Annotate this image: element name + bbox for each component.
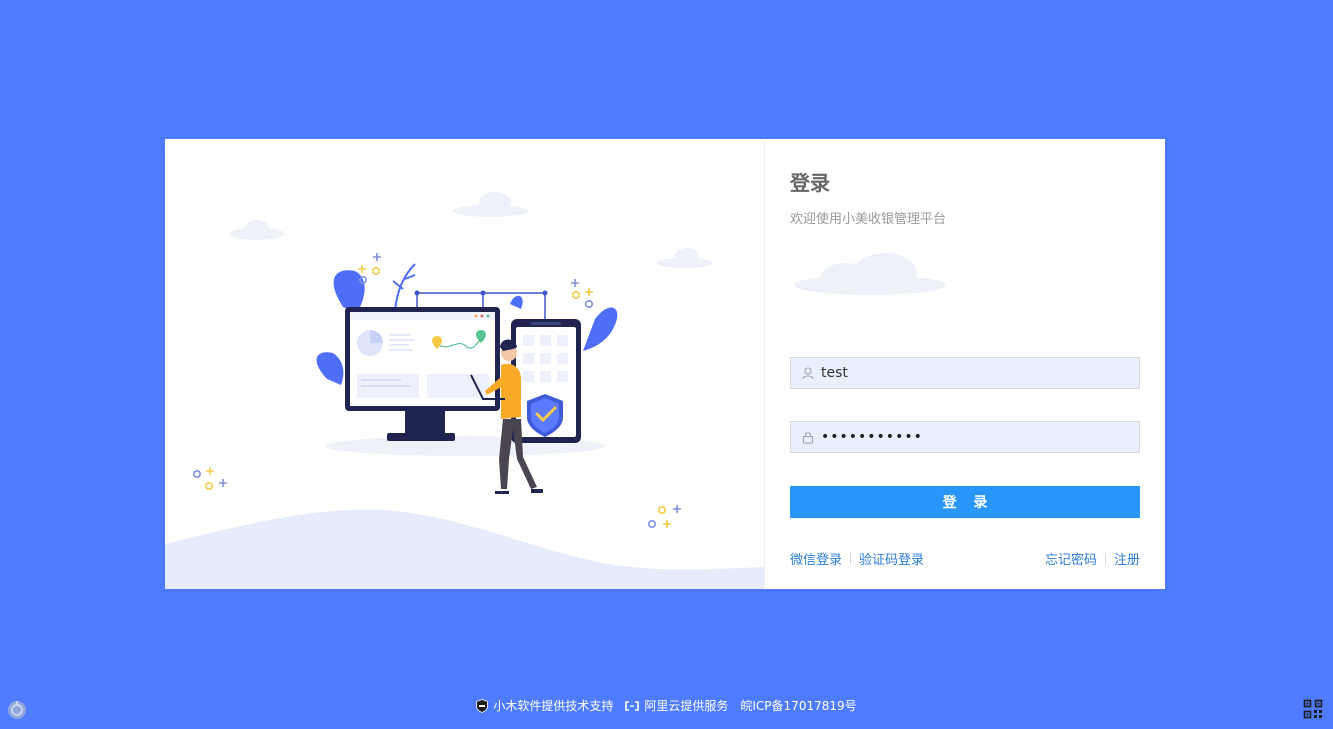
sms-code-login-link[interactable]: 验证码登录 — [859, 549, 924, 568]
tech-support-item[interactable]: 小木软件提供技术支持 — [476, 697, 613, 714]
shield-badge-icon — [476, 698, 489, 713]
password-input[interactable]: ••••••••••• — [821, 429, 923, 445]
login-illustration — [165, 192, 764, 589]
wechat-login-link[interactable]: 微信登录 — [790, 549, 842, 568]
forgot-password-link[interactable]: 忘记密码 — [1045, 549, 1097, 568]
password-field[interactable]: ••••••••••• — [790, 421, 1140, 453]
link-divider — [850, 552, 852, 565]
cloud-service-text: 阿里云提供服务 — [644, 699, 729, 713]
username-input[interactable] — [821, 359, 1121, 387]
cloud-service-item[interactable]: 阿里云提供服务 — [625, 697, 728, 714]
illustration-panel — [165, 139, 765, 589]
login-form-panel: 登录 欢迎使用小美收银管理平台 test ••••••••••• 登 录 微信登… — [766, 139, 1165, 589]
login-card: 登录 欢迎使用小美收银管理平台 test ••••••••••• 登 录 微信登… — [165, 139, 1165, 589]
login-subtitle: 欢迎使用小美收银管理平台 — [790, 212, 947, 227]
login-title: 登录 — [790, 171, 830, 195]
login-methods: 微信登录 验证码登录 — [790, 549, 924, 568]
login-button[interactable]: 登 录 — [790, 486, 1140, 518]
account-links: 忘记密码 注册 — [1045, 549, 1140, 568]
footer: 小木软件提供技术支持 阿里云提供服务 皖ICP备17017819号 — [0, 697, 1333, 714]
tech-support-text: 小木软件提供技术支持 — [493, 699, 614, 713]
lock-icon — [801, 430, 815, 444]
register-link[interactable]: 注册 — [1114, 549, 1140, 568]
assistant-icon[interactable] — [6, 699, 28, 725]
user-icon — [801, 366, 815, 380]
username-field[interactable] — [790, 357, 1140, 389]
aliyun-icon — [625, 700, 640, 711]
qrcode-icon[interactable] — [1303, 699, 1323, 723]
cloud-decoration — [794, 253, 946, 295]
link-divider — [1104, 552, 1106, 565]
icp-link[interactable]: 皖ICP备17017819号 — [740, 697, 856, 714]
